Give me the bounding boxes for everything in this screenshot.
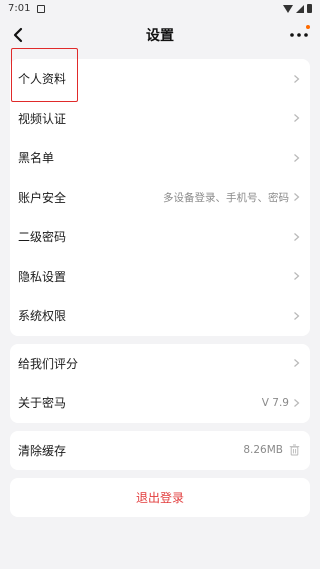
- chevron-right-icon: [294, 114, 300, 123]
- row-label: 黑名单: [18, 151, 55, 166]
- row-secondary-password[interactable]: 二级密码: [10, 217, 310, 257]
- notification-icon: [37, 4, 46, 13]
- row-clear-cache[interactable]: 清除缓存 8.26MB: [10, 431, 310, 471]
- row-label: 关于密马: [18, 396, 67, 411]
- chevron-right-icon: [294, 272, 300, 281]
- wifi-icon: [283, 4, 293, 13]
- notification-dot: [306, 25, 310, 29]
- row-about[interactable]: 关于密马 V 7.9: [10, 383, 310, 423]
- row-personal-info[interactable]: 个人资料: [10, 59, 310, 99]
- logout-button[interactable]: 退出登录: [10, 478, 310, 517]
- row-rate-us[interactable]: 给我们评分: [10, 344, 310, 384]
- row-label: 清除缓存: [18, 443, 67, 458]
- row-blacklist[interactable]: 黑名单: [10, 138, 310, 178]
- row-video-verification[interactable]: 视频认证: [10, 99, 310, 139]
- chevron-right-icon: [294, 232, 300, 241]
- chevron-right-icon: [294, 193, 300, 202]
- more-options-icon[interactable]: [288, 27, 310, 43]
- row-label: 账户安全: [18, 190, 67, 205]
- status-bar: 7:01: [0, 0, 320, 17]
- chevron-right-icon: [294, 398, 300, 407]
- row-label: 二级密码: [18, 230, 67, 245]
- row-label: 系统权限: [18, 309, 67, 324]
- back-arrow-icon[interactable]: [10, 26, 28, 44]
- app-version: V 7.9: [261, 396, 289, 409]
- row-label: 隐私设置: [18, 269, 67, 284]
- settings-group-account: 个人资料 视频认证 黑名单 账户安全 多设备登录、手机号、密码 二级密码 隐私设…: [10, 59, 310, 336]
- row-label: 给我们评分: [18, 356, 79, 371]
- cache-size: 8.26MB: [243, 444, 283, 457]
- row-account-security[interactable]: 账户安全 多设备登录、手机号、密码: [10, 178, 310, 218]
- row-label: 视频认证: [18, 111, 67, 126]
- row-label: 个人资料: [18, 72, 67, 87]
- chevron-right-icon: [294, 311, 300, 320]
- trash-icon[interactable]: [289, 444, 300, 456]
- chevron-right-icon: [294, 74, 300, 83]
- row-value: 多设备登录、手机号、密码: [163, 191, 289, 204]
- row-system-permissions[interactable]: 系统权限: [10, 296, 310, 336]
- chevron-right-icon: [294, 153, 300, 162]
- chevron-right-icon: [294, 359, 300, 368]
- navigation-bar: 设置: [0, 17, 320, 53]
- battery-icon: [307, 4, 312, 13]
- row-privacy-settings[interactable]: 隐私设置: [10, 257, 310, 297]
- logout-card: 退出登录: [10, 478, 310, 517]
- status-icons: [283, 4, 312, 13]
- signal-icon: [296, 4, 304, 13]
- page-title: 设置: [146, 28, 174, 44]
- settings-group-cache: 清除缓存 8.26MB: [10, 430, 310, 471]
- status-time: 7:01: [8, 3, 31, 14]
- settings-group-about: 给我们评分 关于密马 V 7.9: [10, 343, 310, 423]
